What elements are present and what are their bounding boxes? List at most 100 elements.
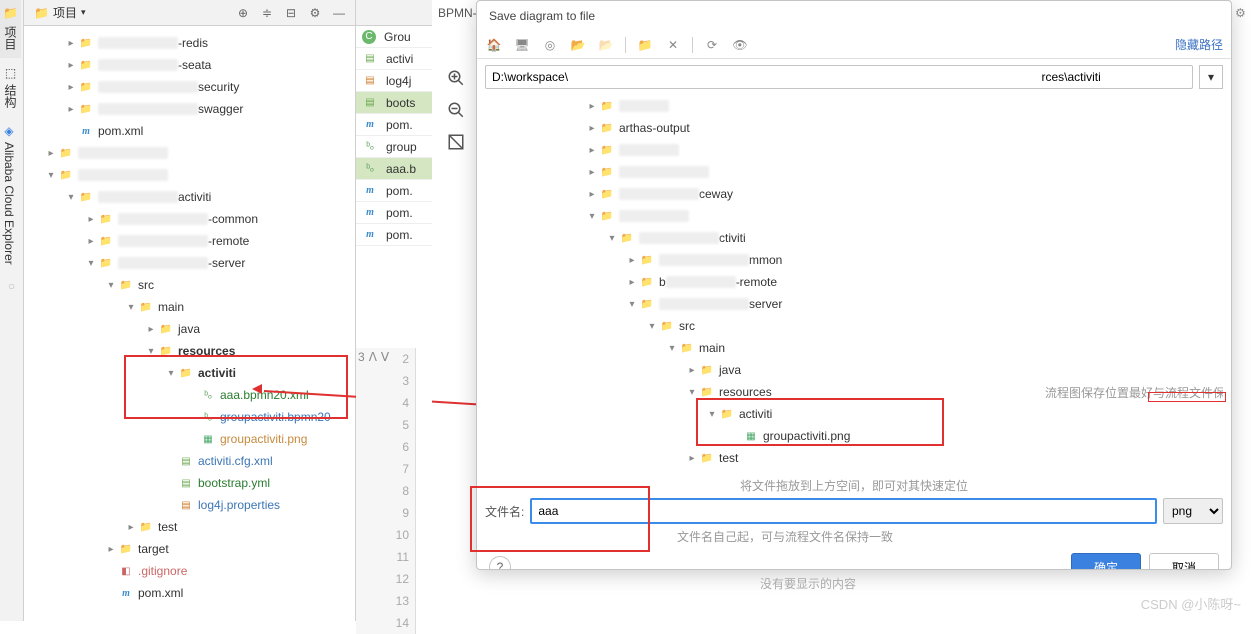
editor-tab[interactable]: mpom. — [356, 114, 432, 136]
file-node[interactable]: ▸📁arthas-output — [485, 117, 1223, 139]
tree-node[interactable]: ▸📁-redis — [24, 32, 355, 54]
editor-tab[interactable]: mpom. — [356, 180, 432, 202]
tree-node[interactable]: ▸📁-remote — [24, 230, 355, 252]
editor-tab[interactable]: ᵇₒaaa.b — [356, 158, 432, 180]
save-dialog: Save diagram to file 🏠 🖥 ◎ 📂 📂 📁 ✕ ⟳ 👁 隐… — [476, 0, 1232, 570]
editor-tab[interactable]: CGrou — [356, 26, 432, 48]
delete-icon[interactable]: ✕ — [664, 36, 682, 54]
file-node[interactable]: ▾📁src — [485, 315, 1223, 337]
line-number: 13 — [356, 590, 416, 612]
editor-tab[interactable]: mpom. — [356, 224, 432, 246]
tree-node[interactable]: ▸📁java — [24, 318, 355, 340]
tree-node[interactable]: ▾📁main — [24, 296, 355, 318]
collapse-icon[interactable]: ⊟ — [281, 3, 301, 23]
line-number: 14 — [356, 612, 416, 634]
tree-node[interactable]: ▸📁security — [24, 76, 355, 98]
tree-node[interactable]: ▾📁-server — [24, 252, 355, 274]
project-root-icon[interactable]: ◎ — [541, 36, 559, 54]
tree-node[interactable]: ·▦groupactiviti.png — [24, 428, 355, 450]
path-history-dropdown[interactable]: ▾ — [1199, 65, 1223, 89]
tree-node[interactable]: ·mpom.xml — [24, 582, 355, 604]
ok-button[interactable]: 确定 — [1071, 553, 1141, 570]
file-node[interactable]: ▾📁server — [485, 293, 1223, 315]
dialog-button-bar: ? 确定 取消 — [477, 545, 1231, 570]
file-node[interactable]: ▸📁 — [485, 161, 1223, 183]
line-number: 3 — [356, 370, 416, 392]
file-node[interactable]: ▾📁ctiviti — [485, 227, 1223, 249]
filename-hint: 文件名自己起，可与流程文件名保持一致 — [477, 528, 1231, 545]
module-icon[interactable]: 📂 — [569, 36, 587, 54]
file-node[interactable]: ▾📁activiti — [485, 403, 1223, 425]
hide-panel-icon[interactable]: — — [329, 3, 349, 23]
project-panel-header: 📁项目▾ ⊕ ≑ ⊟ ⚙ — — [24, 0, 355, 26]
file-node[interactable]: ▸📁test — [485, 447, 1223, 469]
empty-editor-hint: 没有要显示的内容 — [760, 575, 856, 592]
tree-node[interactable]: ▸📁 — [24, 142, 355, 164]
tree-node[interactable]: ▾📁activiti — [24, 362, 355, 384]
new-folder-icon[interactable]: 📁 — [636, 36, 654, 54]
file-node[interactable]: ▸📁ceway — [485, 183, 1223, 205]
gutter-down-icon[interactable]: ᐯ — [381, 350, 389, 364]
editor-tab[interactable]: ᵇₒgroup — [356, 136, 432, 158]
file-node[interactable]: ▸📁 — [485, 95, 1223, 117]
editor-tab[interactable]: mpom. — [356, 202, 432, 224]
path-bar: ▾ — [485, 65, 1223, 89]
settings-icon[interactable]: ⚙ — [305, 3, 325, 23]
desktop-icon[interactable]: 🖥 — [513, 36, 531, 54]
file-node[interactable]: ▸📁mmon — [485, 249, 1223, 271]
tree-node[interactable]: ▾📁 — [24, 164, 355, 186]
file-node[interactable]: ▸📁java — [485, 359, 1223, 381]
watermark-text: CSDN @小陈呀~ — [1141, 594, 1241, 613]
file-node[interactable]: ▾📁 — [485, 205, 1223, 227]
file-node[interactable]: ▾📁resources流程图保存位置最好与流程文件保持一致 — [485, 381, 1223, 403]
locate-icon[interactable]: ⊕ — [233, 3, 253, 23]
home-icon[interactable]: 🏠 — [485, 36, 503, 54]
tree-node[interactable]: ▸📁swagger — [24, 98, 355, 120]
tree-node[interactable]: ▸📁-common — [24, 208, 355, 230]
toggle-path-link[interactable]: 隐藏路径 — [1175, 36, 1223, 53]
tree-node[interactable]: ·mpom.xml — [24, 120, 355, 142]
module2-icon[interactable]: 📂 — [597, 36, 615, 54]
tree-node[interactable]: ▸📁test — [24, 516, 355, 538]
project-view-dropdown[interactable]: 📁项目▾ — [30, 2, 90, 23]
tree-node[interactable]: ·ᵇₒgroupactiviti.bpmn20 — [24, 406, 355, 428]
zoom-fit-icon[interactable] — [444, 130, 468, 154]
zoom-in-icon[interactable] — [444, 66, 468, 90]
diagram-zoom-strip — [436, 30, 476, 154]
tree-node[interactable]: ▾📁src — [24, 274, 355, 296]
help-icon[interactable]: ? — [489, 556, 511, 570]
editor-tab[interactable]: ▤log4j — [356, 70, 432, 92]
tree-node[interactable]: ▸📁-seata — [24, 54, 355, 76]
drop-zone-hint: 将文件拖放到上方空间，即可对其快速定位 — [477, 477, 1231, 494]
gear-icon[interactable]: ⚙ — [1235, 6, 1249, 20]
tree-node[interactable]: ·◧.gitignore — [24, 560, 355, 582]
project-tree[interactable]: ▸📁-redis▸📁-seata▸📁security▸📁swagger·mpom… — [24, 26, 355, 621]
editor-tab[interactable]: ▤boots — [356, 92, 432, 114]
tree-node[interactable]: ·ᵇₒaaa.bpmn20.xml — [24, 384, 355, 406]
editor-tab[interactable]: ▤activi — [356, 48, 432, 70]
tree-node[interactable]: ·▤activiti.cfg.xml — [24, 450, 355, 472]
show-hidden-icon[interactable]: 👁 — [731, 36, 749, 54]
line-number: 8 — [356, 480, 416, 502]
cancel-button[interactable]: 取消 — [1149, 553, 1219, 570]
file-node[interactable]: ▾📁main — [485, 337, 1223, 359]
extension-select[interactable]: png — [1163, 498, 1223, 524]
file-browser-tree[interactable]: ▸📁▸📁arthas-output▸📁▸📁▸📁ceway▾📁▾📁ctiviti▸… — [485, 95, 1223, 475]
expand-icon[interactable]: ≑ — [257, 3, 277, 23]
tree-node[interactable]: ▾📁activiti — [24, 186, 355, 208]
filename-input[interactable] — [530, 498, 1157, 524]
tree-node[interactable]: ·▤log4j.properties — [24, 494, 355, 516]
file-node[interactable]: ▸📁b-remote — [485, 271, 1223, 293]
tree-node[interactable]: ·▤bootstrap.yml — [24, 472, 355, 494]
refresh-icon[interactable]: ⟳ — [703, 36, 721, 54]
vtab-alibaba-cloud[interactable]: ◈Alibaba Cloud Explorer — [0, 116, 18, 273]
file-node[interactable]: ▸📁 — [485, 139, 1223, 161]
vtab-structure[interactable]: ⬚结构 — [0, 58, 21, 116]
vtab-project[interactable]: 📁项目 — [0, 0, 21, 58]
file-node[interactable]: ·▦groupactiviti.png — [485, 425, 1223, 447]
tree-node[interactable]: ▾📁resources — [24, 340, 355, 362]
zoom-out-icon[interactable] — [444, 98, 468, 122]
path-input[interactable] — [485, 65, 1193, 89]
tree-node[interactable]: ▸📁target — [24, 538, 355, 560]
gutter-up-icon[interactable]: ᐱ — [369, 350, 377, 364]
